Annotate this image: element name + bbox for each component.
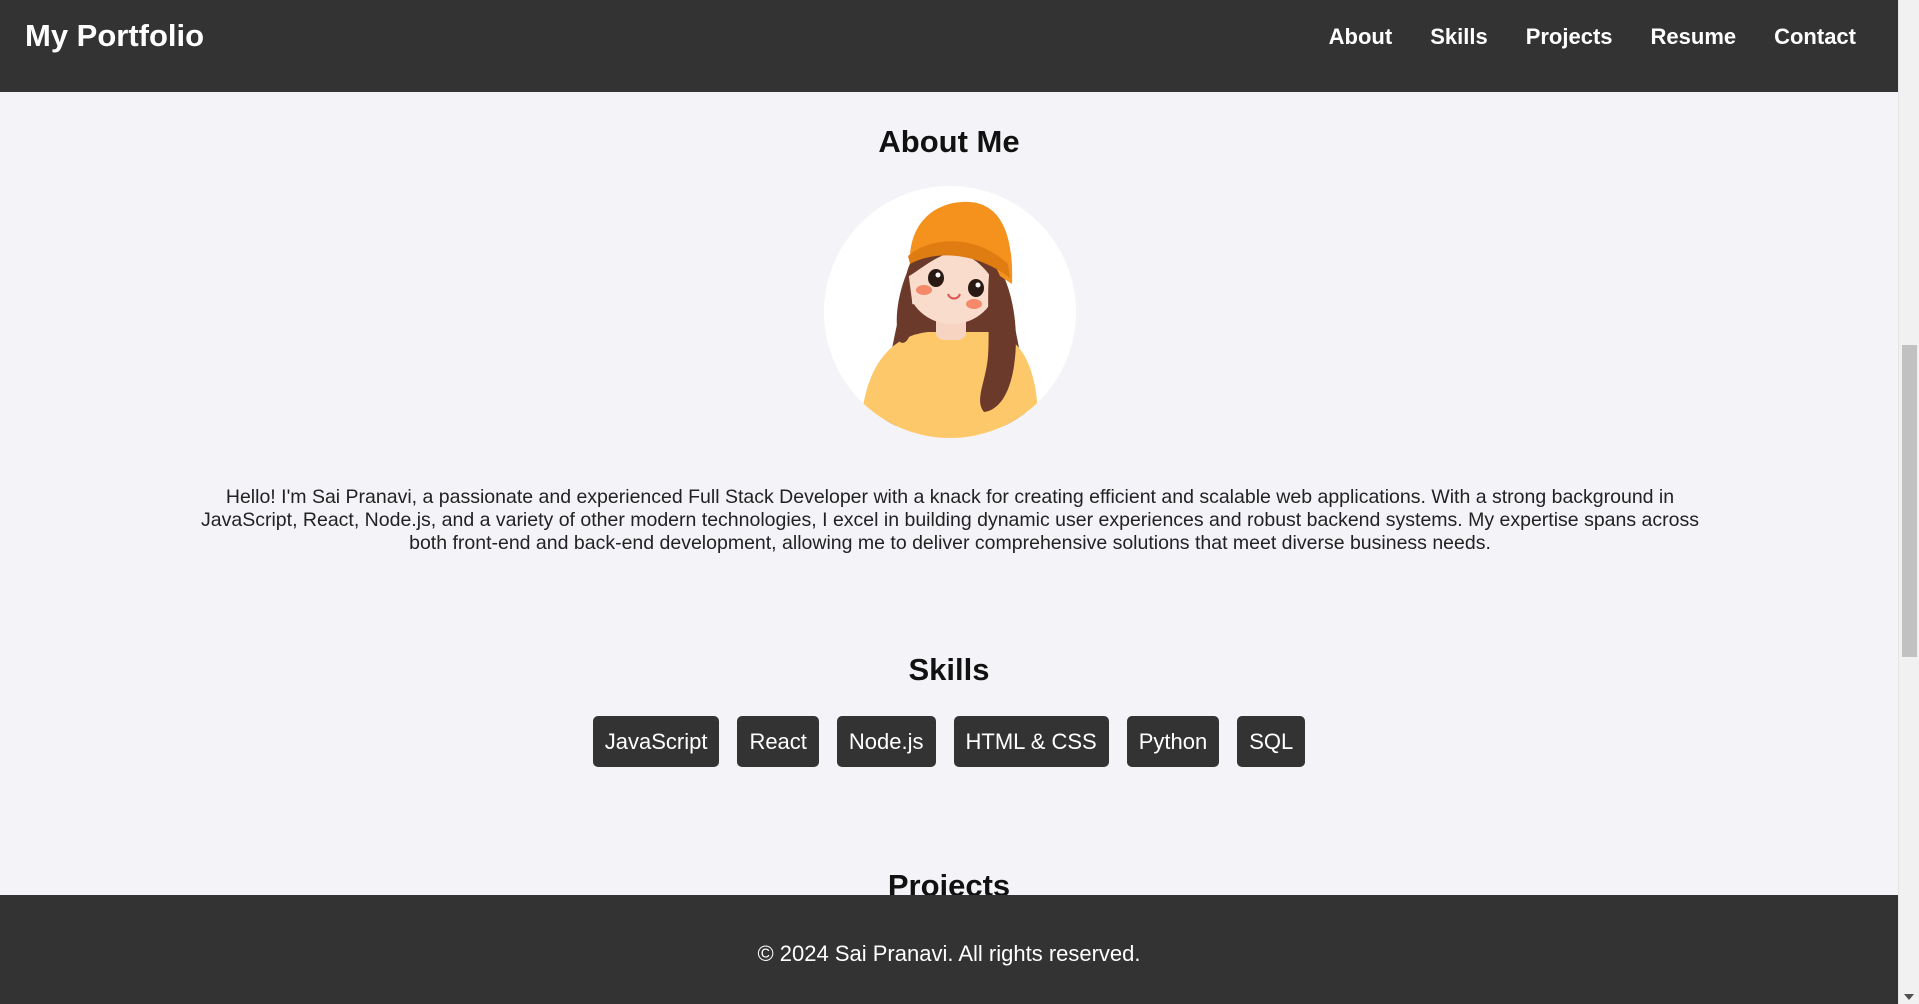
nav-link-contact[interactable]: Contact [1774,24,1856,50]
nav-link-resume[interactable]: Resume [1651,24,1737,50]
skill-tag-sql[interactable]: SQL [1237,716,1306,767]
cartoon-girl-avatar-icon [860,201,1039,438]
skill-tag-nodejs[interactable]: Node.js [836,716,936,767]
scroll-down-arrow-icon[interactable] [1904,994,1914,1000]
skill-tag-react[interactable]: React [737,716,819,767]
skill-tag-javascript[interactable]: JavaScript [592,716,720,767]
about-description: Hello! I'm Sai Pranavi, a passionate and… [201,486,1699,554]
skill-tag-html-css[interactable]: HTML & CSS [953,716,1109,767]
nav-link-about[interactable]: About [1329,24,1393,50]
main-nav: About Skills Projects Resume Contact [1329,24,1856,50]
page-viewport: My Portfolio About Skills Projects Resum… [0,0,1898,1004]
about-title: About Me [878,124,1020,159]
scrollbar-thumb[interactable] [1902,345,1917,657]
site-brand[interactable]: My Portfolio [25,18,204,54]
copyright-text: © 2024 Sai Pranavi. All rights reserved. [757,941,1141,966]
skills-title: Skills [908,652,990,687]
nav-link-projects[interactable]: Projects [1526,24,1613,50]
site-header: My Portfolio About Skills Projects Resum… [0,0,1898,92]
vertical-scrollbar[interactable] [1898,0,1919,1004]
nav-link-skills[interactable]: Skills [1430,24,1487,50]
site-footer: © 2024 Sai Pranavi. All rights reserved. [0,895,1898,1004]
skills-list: JavaScript React Node.js HTML & CSS Pyth… [0,716,1898,767]
skill-tag-python[interactable]: Python [1126,716,1220,767]
avatar [824,186,1076,438]
